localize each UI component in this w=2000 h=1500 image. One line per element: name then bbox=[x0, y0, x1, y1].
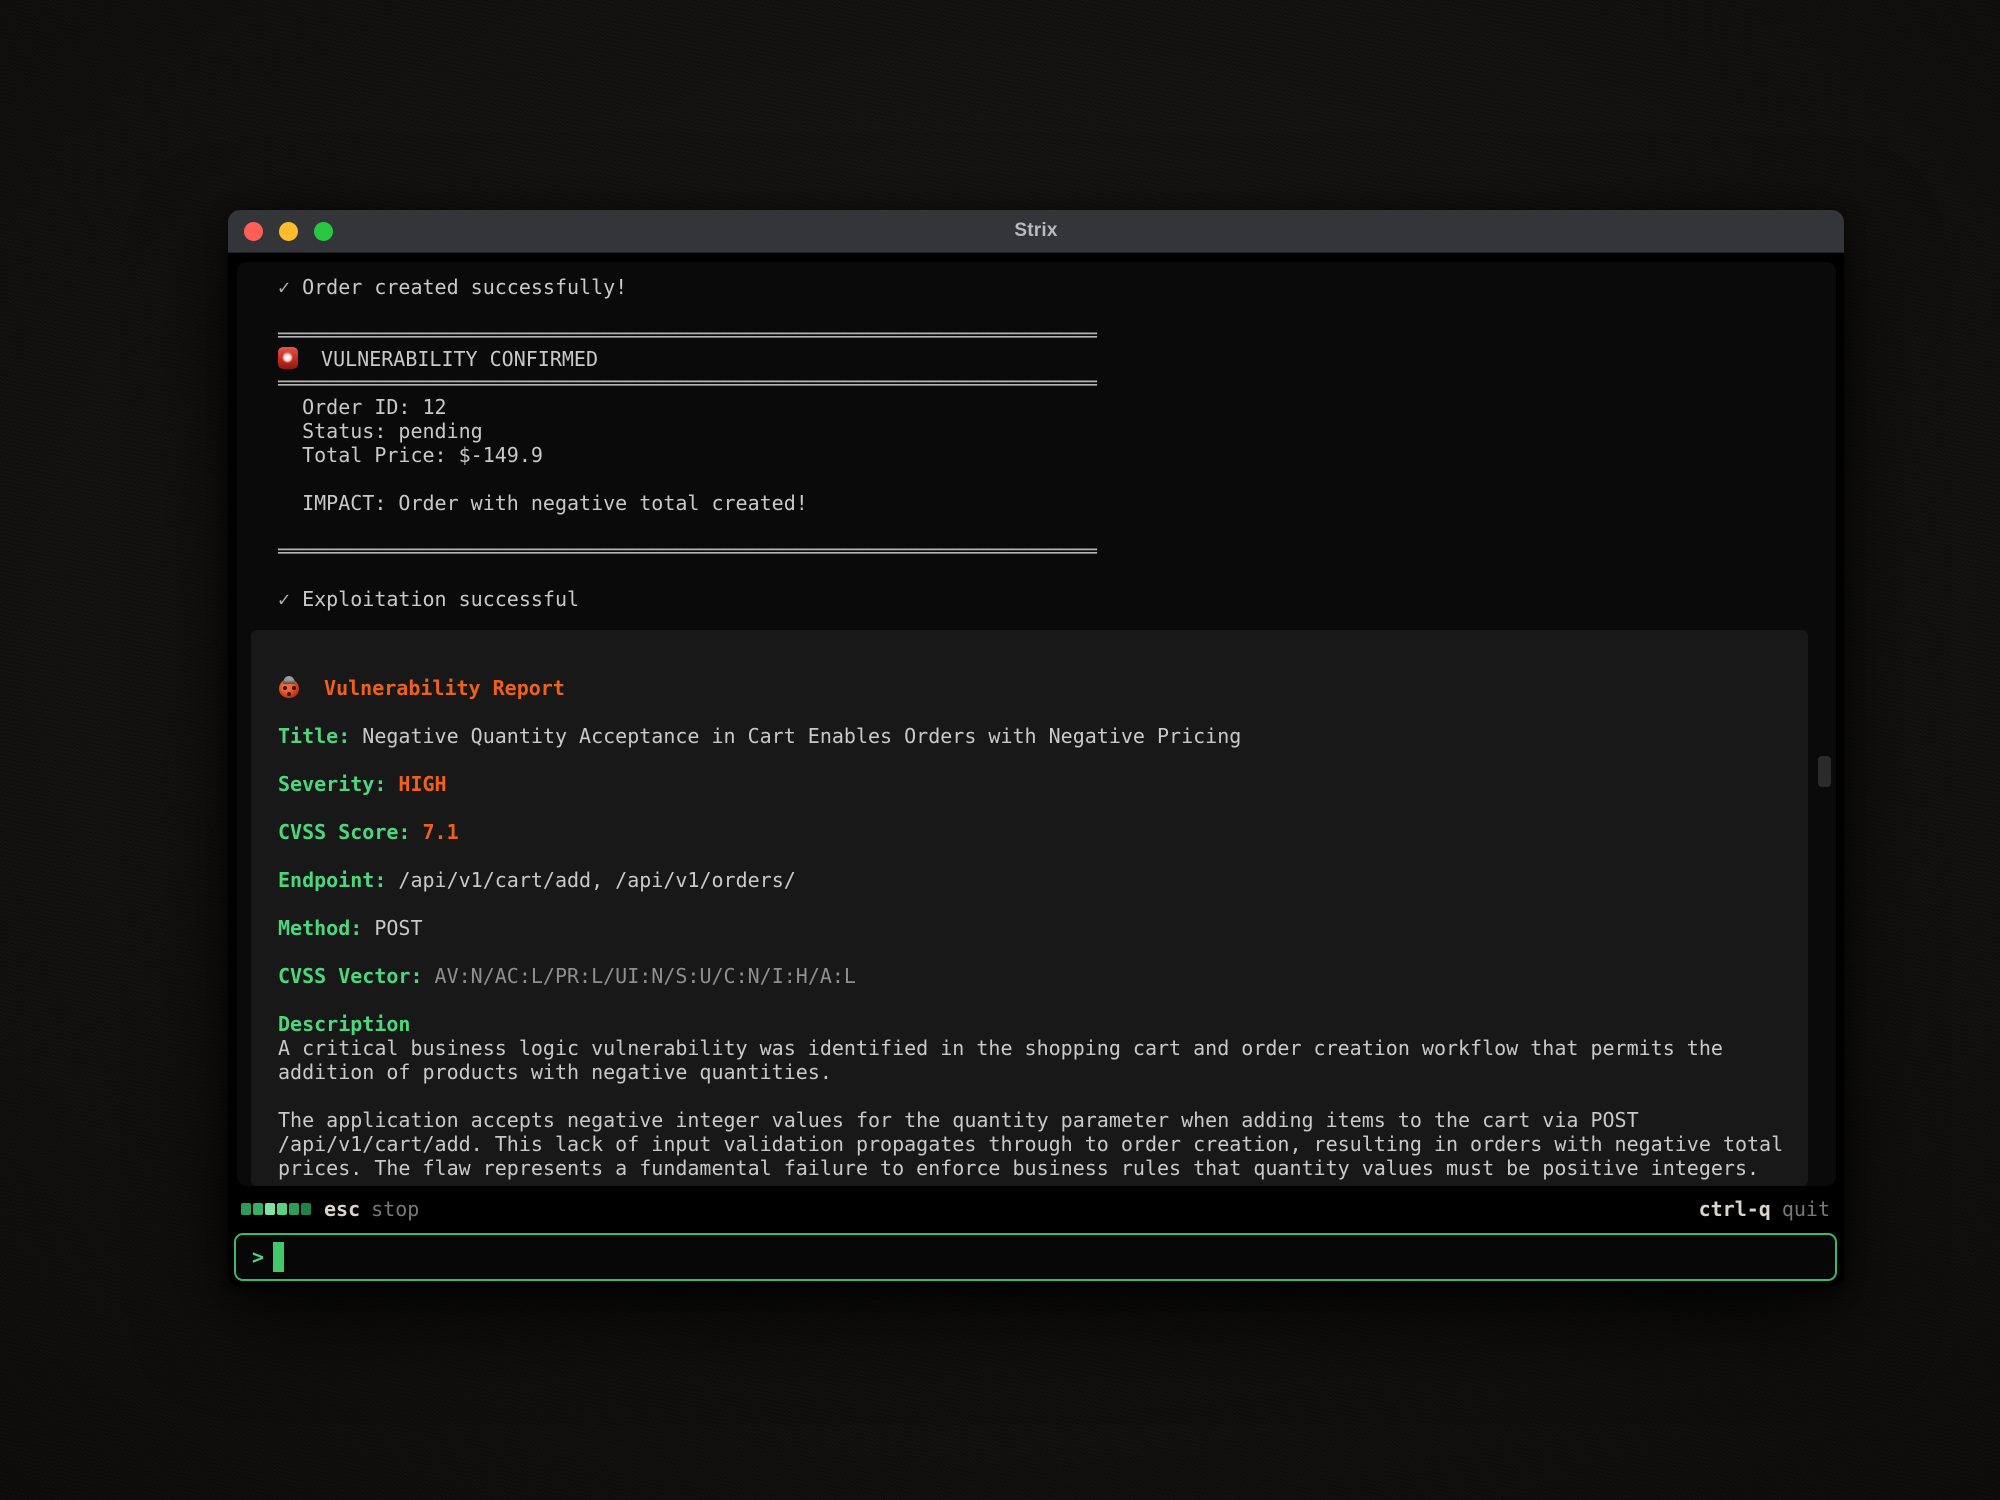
report-line: Severity: HIGH bbox=[278, 772, 1808, 796]
separator-line: ════════════════════════════════════════… bbox=[278, 539, 1097, 563]
report-line: addition of products with negative quant… bbox=[278, 1060, 1808, 1084]
terminal-line: ════════════════════════════════════════… bbox=[278, 371, 1836, 395]
report-line bbox=[278, 700, 1808, 724]
scrollbar-thumb[interactable] bbox=[1818, 756, 1831, 787]
desktop-background: Strix ✓ Order created successfully! ════… bbox=[0, 0, 2000, 1500]
command-input[interactable]: > bbox=[234, 1233, 1837, 1281]
text-segment: Title: bbox=[278, 724, 350, 748]
report-line: prices. The flaw represents a fundamenta… bbox=[278, 1156, 1808, 1180]
text-segment: POST bbox=[362, 916, 422, 940]
report-line: The application accepts negative integer… bbox=[278, 1108, 1808, 1132]
text-segment: Description bbox=[278, 1012, 410, 1036]
spinner-block bbox=[277, 1203, 287, 1215]
separator-line: ════════════════════════════════════════… bbox=[278, 323, 1097, 347]
terminal-line: ════════════════════════════════════════… bbox=[278, 539, 1836, 563]
strix-window: Strix ✓ Order created successfully! ════… bbox=[228, 210, 1844, 1287]
terminal-line: VULNERABILITY CONFIRMED bbox=[278, 347, 1836, 371]
vulnerability-report-panel: Vulnerability Report Title: Negative Qua… bbox=[251, 630, 1808, 1186]
spinner-block bbox=[301, 1203, 311, 1215]
text-segment: HIGH bbox=[386, 772, 446, 796]
text-segment: ✓ bbox=[278, 587, 302, 611]
terminal-line: ✓ Exploitation successful bbox=[278, 587, 1836, 611]
text-cursor bbox=[273, 1242, 284, 1272]
spinner-block bbox=[289, 1203, 299, 1215]
text-segment: A critical business logic vulnerability … bbox=[278, 1036, 1723, 1060]
report-line: CVSS Vector: AV:N/AC:L/PR:L/UI:N/S:U/C:N… bbox=[278, 964, 1808, 988]
text-segment: Order created successfully! bbox=[302, 275, 627, 299]
spinner-block bbox=[265, 1203, 275, 1215]
text-segment: IMPACT: Order with negative total create… bbox=[278, 491, 808, 515]
text-segment: Total Price: $-149.9 bbox=[278, 443, 543, 467]
separator-line: ════════════════════════════════════════… bbox=[278, 371, 1097, 395]
terminal-line bbox=[278, 563, 1836, 587]
report-line: CVSS Score: 7.1 bbox=[278, 820, 1808, 844]
status-bar: esc stop ctrl-q quit bbox=[228, 1186, 1844, 1232]
esc-action-label: stop bbox=[371, 1197, 419, 1221]
report-line: Description bbox=[278, 1012, 1808, 1036]
report-line bbox=[278, 988, 1808, 1012]
report-line bbox=[278, 1084, 1808, 1108]
terminal-line: Order ID: 12 bbox=[278, 395, 1836, 419]
terminal-content-area[interactable]: ✓ Order created successfully! ══════════… bbox=[237, 262, 1836, 1186]
terminal-line: IMPACT: Order with negative total create… bbox=[278, 491, 1836, 515]
text-segment: Negative Quantity Acceptance in Cart Ena… bbox=[350, 724, 1241, 748]
text-segment: prices. The flaw represents a fundamenta… bbox=[278, 1156, 1759, 1180]
terminal-line: Total Price: $-149.9 bbox=[278, 443, 1836, 467]
report-line bbox=[278, 940, 1808, 964]
report-line bbox=[278, 844, 1808, 868]
text-segment: Severity: bbox=[278, 772, 386, 796]
terminal-line: ✓ Order created successfully! bbox=[278, 275, 1836, 299]
spinner-block bbox=[253, 1203, 263, 1215]
text-segment: CVSS Vector: bbox=[278, 964, 423, 988]
text-segment: Status: pending bbox=[278, 419, 483, 443]
text-segment: Method: bbox=[278, 916, 362, 940]
report-line: A critical business logic vulnerability … bbox=[278, 1036, 1808, 1060]
report-line bbox=[278, 892, 1808, 916]
report-line bbox=[278, 748, 1808, 772]
terminal-line bbox=[278, 467, 1836, 491]
text-segment: /api/v1/cart/add, /api/v1/orders/ bbox=[386, 868, 795, 892]
text-segment: Order ID: 12 bbox=[278, 395, 447, 419]
spinner-block bbox=[241, 1203, 251, 1215]
text-segment: Vulnerability Report bbox=[312, 676, 565, 700]
text-segment: Exploitation successful bbox=[302, 587, 579, 611]
report-line bbox=[278, 796, 1808, 820]
bug-icon bbox=[279, 679, 299, 698]
report-line: /api/v1/cart/add. This lack of input val… bbox=[278, 1132, 1808, 1156]
text-segment: Endpoint: bbox=[278, 868, 386, 892]
terminal-line bbox=[278, 515, 1836, 539]
report-line: Method: POST bbox=[278, 916, 1808, 940]
window-title: Strix bbox=[228, 220, 1844, 242]
terminal-line bbox=[278, 299, 1836, 323]
report-line: Vulnerability Report bbox=[278, 676, 1808, 700]
input-row: > bbox=[228, 1232, 1844, 1287]
titlebar[interactable]: Strix bbox=[228, 210, 1844, 253]
text-segment: CVSS Score: bbox=[278, 820, 410, 844]
text-segment: VULNERABILITY CONFIRMED bbox=[309, 347, 598, 371]
report-line: Title: Negative Quantity Acceptance in C… bbox=[278, 724, 1808, 748]
esc-key-hint: esc bbox=[324, 1197, 360, 1221]
spinner-icon bbox=[241, 1203, 313, 1215]
text-segment: addition of products with negative quant… bbox=[278, 1060, 832, 1084]
quit-key-hint: ctrl-q bbox=[1699, 1197, 1771, 1221]
terminal-line: ════════════════════════════════════════… bbox=[278, 323, 1836, 347]
siren-icon bbox=[278, 347, 298, 369]
terminal-output: ✓ Order created successfully! ══════════… bbox=[237, 262, 1836, 611]
text-segment: The application accepts negative integer… bbox=[278, 1108, 1639, 1132]
report-line: Endpoint: /api/v1/cart/add, /api/v1/orde… bbox=[278, 868, 1808, 892]
prompt-symbol: > bbox=[252, 1245, 264, 1269]
text-segment: AV:N/AC:L/PR:L/UI:N/S:U/C:N/I:H/A:L bbox=[423, 964, 856, 988]
quit-action-label: quit bbox=[1782, 1197, 1830, 1221]
text-segment: /api/v1/cart/add. This lack of input val… bbox=[278, 1132, 1783, 1156]
text-segment: ✓ bbox=[278, 275, 302, 299]
terminal-line: Status: pending bbox=[278, 419, 1836, 443]
text-segment: 7.1 bbox=[410, 820, 458, 844]
